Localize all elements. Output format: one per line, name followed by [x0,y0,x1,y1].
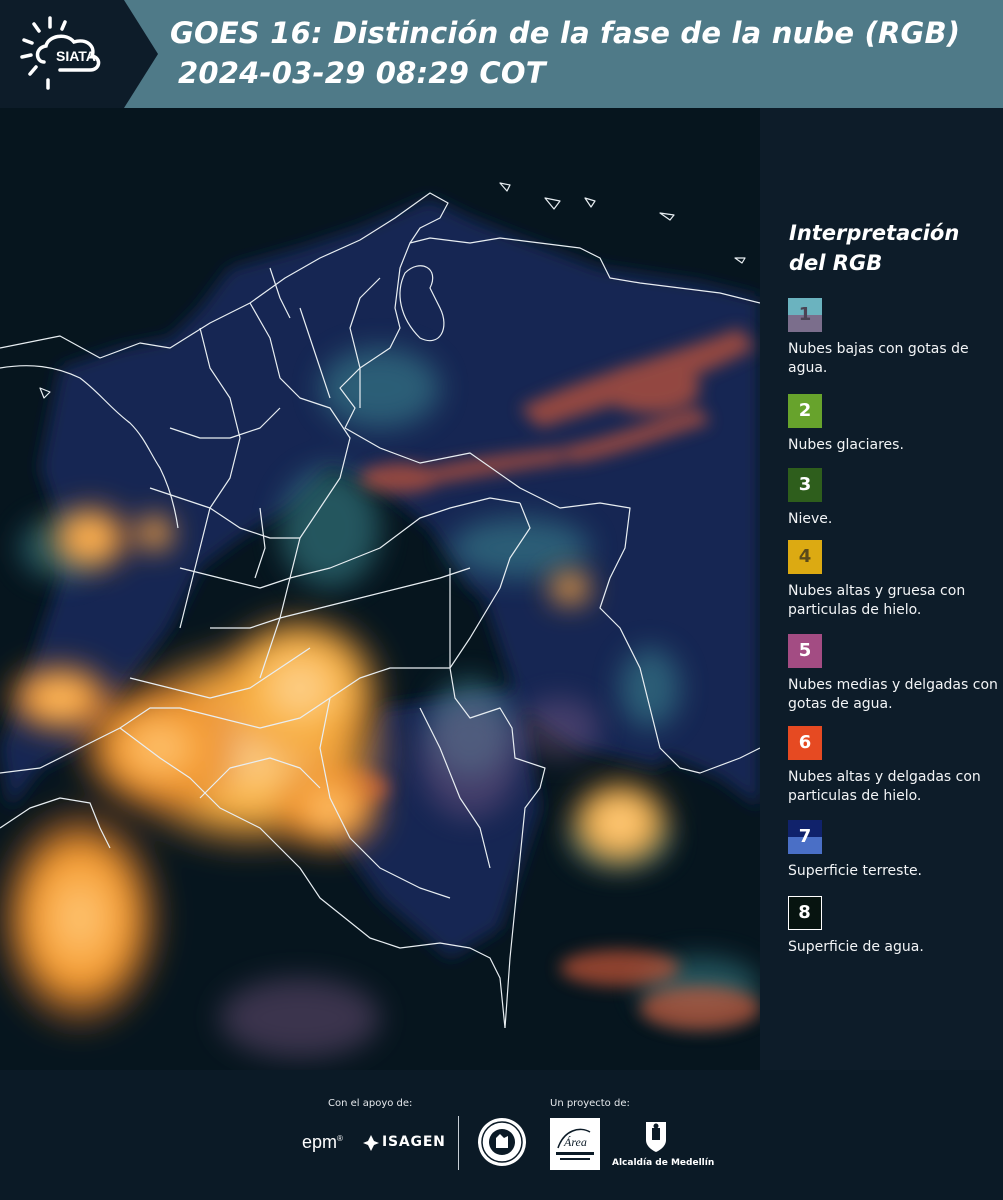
legend-label-4: Nubes altas y gruesa con particulas de h… [788,583,966,618]
legend-item-8: 8 Superficie de agua. [788,896,998,957]
legend-swatch-8: 8 [788,896,822,930]
satellite-map[interactable] [0,108,760,1070]
isagen-logo-text: ISAGEN [382,1134,446,1150]
legend-title: Interpretación del RGB [789,218,989,278]
legend-swatch-6: 6 [788,726,822,760]
epm-logo: epm® [302,1132,343,1152]
legend-item-5: 5 Nubes medias y delgadas con gotas de a… [788,634,998,714]
legend-panel: Interpretación del RGB 1 Nubes bajas con… [760,108,1003,1070]
siata-logo: SIATA [0,0,158,108]
legend-label-5: Nubes medias y delgadas con gotas de agu… [788,677,998,712]
legend-swatch-4: 4 [788,540,822,574]
legend-title-line1: Interpretación [789,221,960,245]
legend-label-3: Nieve. [788,511,833,527]
area-metropolitana-icon: Área [556,1128,594,1160]
legend-number-7: 7 [798,826,812,847]
legend-title-line2: del RGB [789,251,883,275]
alcaldia-label: Alcaldía de Medellín [612,1158,715,1168]
legend-swatch-2: 2 [788,394,822,428]
legend-number-4: 4 [798,546,812,567]
header-bar: SIATA GOES 16: Distinción de la fase de … [0,0,1003,108]
seal-logo [476,1116,528,1172]
legend-number-3: 3 [798,474,812,495]
page-title: GOES 16: Distinción de la fase de la nub… [170,16,961,50]
page-subtitle-datetime: 2024-03-29 08:29 COT [178,56,546,90]
siata-logo-text: SIATA [56,48,96,64]
seal-icon [478,1118,526,1166]
legend-swatch-7: 7 [788,820,822,854]
legend-item-7: 7 Superficie terreste. [788,820,998,881]
legend-swatch-1: 1 [788,298,822,332]
area-logo-text: Área [563,1135,587,1149]
legend-label-7: Superficie terreste. [788,863,923,879]
legend-number-1: 1 [798,304,812,325]
legend-number-2: 2 [798,400,812,421]
legend-label-1: Nubes bajas con gotas de agua. [788,341,969,376]
footer: Con el apoyo de: Un proyecto de: epm® IS… [0,1070,1003,1200]
support-label: Con el apoyo de: [328,1098,413,1109]
alcaldia-shield-icon [643,1118,669,1158]
epm-logo-text: epm [302,1132,338,1152]
legend-item-6: 6 Nubes altas y delgadas con particulas … [788,726,998,806]
legend-item-2: 2 Nubes glaciares. [788,394,998,455]
legend-item-4: 4 Nubes altas y gruesa con particulas de… [788,540,998,620]
legend-number-5: 5 [798,640,812,661]
legend-item-3: 3 Nieve. [788,468,998,529]
legend-swatch-5: 5 [788,634,822,668]
isagen-mark-icon [363,1135,379,1151]
footer-divider [458,1116,459,1170]
legend-label-6: Nubes altas y delgadas con particulas de… [788,769,981,804]
area-metropolitana-logo: Área [550,1118,600,1170]
satellite-image [0,108,760,1070]
legend-item-1: 1 Nubes bajas con gotas de agua. [788,298,998,378]
project-label: Un proyecto de: [550,1098,630,1109]
legend-label-8: Superficie de agua. [788,939,924,955]
legend-swatch-3: 3 [788,468,822,502]
legend-number-8: 8 [798,902,811,923]
legend-number-6: 6 [798,732,812,753]
legend-label-2: Nubes glaciares. [788,437,904,453]
